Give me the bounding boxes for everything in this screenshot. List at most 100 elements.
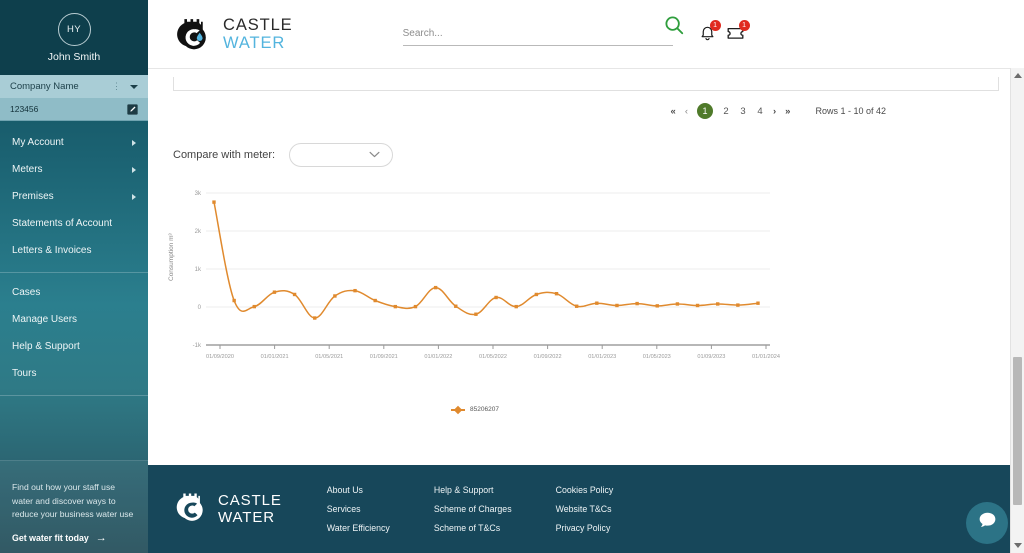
- castle-water-logo[interactable]: CASTLE WATER: [173, 13, 293, 55]
- sidebar-item-tours[interactable]: Tours: [0, 360, 148, 387]
- user-name: John Smith: [47, 50, 101, 63]
- sidebar-item-label: Meters: [12, 164, 43, 175]
- pagination-next[interactable]: ›: [773, 106, 776, 117]
- search-icon: [663, 15, 685, 39]
- chat-support-button[interactable]: [966, 502, 1008, 544]
- footer-logo[interactable]: CASTLE WATER: [173, 488, 282, 531]
- sidebar-item-statements-of-account[interactable]: Statements of Account: [0, 210, 148, 237]
- avatar-initials: HY: [67, 23, 81, 35]
- svg-text:01/05/2023: 01/05/2023: [643, 354, 671, 360]
- pagination-prev[interactable]: ‹: [685, 106, 688, 117]
- pagination-page-2[interactable]: 2: [722, 106, 730, 117]
- footer-link-scheme-of-charges[interactable]: Scheme of Charges: [434, 504, 512, 514]
- footer-column-1: About Us Services Water Efficiency: [327, 485, 390, 533]
- app-root: HY John Smith Company Name ⋮ 123456 My A…: [0, 0, 1024, 553]
- scroll-down-arrow-icon[interactable]: [1014, 543, 1022, 548]
- sidebar-item-meters[interactable]: Meters: [0, 156, 148, 183]
- vertical-scrollbar[interactable]: [1010, 68, 1024, 553]
- logo-line-1: CASTLE: [223, 15, 293, 34]
- legend-marker: [451, 408, 466, 411]
- svg-text:01/05/2022: 01/05/2022: [479, 354, 507, 360]
- sidebar-item-label: Help & Support: [12, 341, 80, 352]
- pagination-page-1[interactable]: 1: [696, 103, 713, 119]
- svg-text:01/09/2022: 01/09/2022: [534, 354, 562, 360]
- compare-meter-select[interactable]: [289, 143, 394, 167]
- svg-text:1k: 1k: [195, 267, 202, 273]
- footer-column-2: Help & Support Scheme of Charges Scheme …: [434, 485, 512, 533]
- footer-link-about-us[interactable]: About Us: [327, 485, 390, 495]
- company-selector[interactable]: Company Name ⋮: [0, 75, 148, 98]
- search-input[interactable]: [402, 27, 633, 39]
- sidebar-primary-nav: My Account Meters Premises Statements of…: [0, 121, 148, 402]
- user-profile-block: HY John Smith: [0, 0, 148, 75]
- svg-text:01/01/2022: 01/01/2022: [424, 354, 452, 360]
- chevron-down-icon: [369, 150, 380, 161]
- footer-link-services[interactable]: Services: [327, 504, 390, 514]
- pagination-first[interactable]: «: [671, 106, 676, 117]
- svg-text:01/01/2023: 01/01/2023: [588, 354, 616, 360]
- svg-text:-1k: -1k: [193, 343, 202, 349]
- sidebar-item-label: Letters & Invoices: [12, 245, 92, 256]
- footer-wordmark: CASTLE WATER: [218, 493, 282, 525]
- promo-cta[interactable]: Get water fit today →: [12, 531, 136, 544]
- svg-text:3k: 3k: [195, 191, 202, 197]
- main-area: CASTLE WATER Search... 1 1 « ‹ 1 2 3 4 ›…: [148, 0, 1024, 553]
- search-button[interactable]: [663, 14, 685, 39]
- arrow-right-icon: →: [95, 531, 107, 544]
- scrollbar-thumb[interactable]: [1013, 357, 1022, 505]
- sidebar-item-my-account[interactable]: My Account: [0, 129, 148, 156]
- svg-text:2k: 2k: [195, 229, 202, 235]
- sidebar-item-letters-and-invoices[interactable]: Letters & Invoices: [0, 237, 148, 264]
- tickets-button[interactable]: 1: [726, 19, 750, 45]
- footer-link-water-efficiency[interactable]: Water Efficiency: [327, 523, 390, 533]
- sidebar-item-label: Tours: [12, 368, 37, 379]
- notifications-badge: 1: [709, 19, 721, 31]
- sidebar-item-premises[interactable]: Premises: [0, 183, 148, 210]
- chart-svg[interactable]: 3k 2k 1k 0 -1k 01/09/2020 01/01/2021 01/05/2021…: [170, 185, 780, 375]
- water-fit-promo[interactable]: Find out how your staff use water and di…: [0, 460, 148, 553]
- sidebar-item-manage-users[interactable]: Manage Users: [0, 306, 148, 333]
- compare-with-meter-row: Compare with meter:: [148, 119, 1024, 167]
- footer-link-cookies-policy[interactable]: Cookies Policy: [556, 485, 614, 495]
- svg-text:01/09/2020: 01/09/2020: [206, 354, 234, 360]
- footer-link-help-and-support[interactable]: Help & Support: [434, 485, 512, 495]
- footer-logo-line-2: WATER: [218, 509, 275, 526]
- footer-link-scheme-of-tcs[interactable]: Scheme of T&Cs: [434, 523, 512, 533]
- footer-link-privacy-policy[interactable]: Privacy Policy: [556, 523, 614, 533]
- sidebar-divider-lower: [0, 395, 148, 396]
- search-container: [402, 15, 683, 46]
- sidebar-item-label: Manage Users: [12, 314, 78, 325]
- pagination-page-3[interactable]: 3: [739, 106, 747, 117]
- scroll-up-arrow-icon[interactable]: [1014, 73, 1022, 78]
- footer-link-website-tcs[interactable]: Website T&Cs: [556, 504, 614, 514]
- sidebar: HY John Smith Company Name ⋮ 123456 My A…: [0, 0, 148, 553]
- sidebar-item-label: Premises: [12, 191, 54, 202]
- content-scroll-area: « ‹ 1 2 3 4 › » Rows 1 - 10 of 42 Compar…: [148, 68, 1024, 465]
- ticket-icon: [726, 27, 745, 45]
- top-header: CASTLE WATER Search... 1 1: [148, 0, 1024, 68]
- castle-logo-icon-footer: [173, 488, 211, 531]
- sidebar-item-label: Cases: [12, 287, 41, 298]
- sidebar-divider: [0, 272, 148, 273]
- account-selector[interactable]: 123456: [0, 98, 148, 121]
- footer-links: About Us Services Water Efficiency Help …: [327, 485, 614, 533]
- account-number-label: 123456: [10, 104, 39, 114]
- legend-label: 85206207: [470, 406, 499, 413]
- pagination: « ‹ 1 2 3 4 › » Rows 1 - 10 of 42: [148, 91, 1024, 119]
- promo-cta-label: Get water fit today: [12, 533, 89, 543]
- chevron-right-icon: [132, 166, 136, 173]
- pagination-last[interactable]: »: [785, 106, 790, 117]
- castle-logo-icon: [173, 13, 215, 55]
- notifications-button[interactable]: 1: [699, 19, 721, 45]
- compare-with-meter-label: Compare with meter:: [173, 149, 276, 161]
- pagination-page-4[interactable]: 4: [756, 106, 764, 117]
- rows-info-label: Rows 1 - 10 of 42: [815, 106, 886, 116]
- sidebar-item-cases[interactable]: Cases: [0, 279, 148, 306]
- header-icon-group: 1 1: [699, 19, 750, 45]
- sidebar-item-help-and-support[interactable]: Help & Support: [0, 333, 148, 360]
- sidebar-item-label: My Account: [12, 137, 64, 148]
- edit-icon[interactable]: [127, 103, 138, 115]
- footer-logo-line-1: CASTLE: [218, 492, 282, 509]
- chevron-down-icon: [130, 84, 138, 89]
- tickets-badge: 1: [738, 19, 750, 31]
